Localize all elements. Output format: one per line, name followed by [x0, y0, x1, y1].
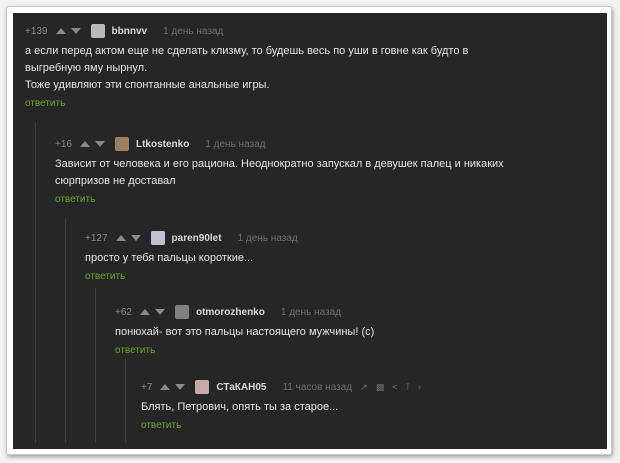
reply-link[interactable]: ответить [141, 420, 596, 431]
comment-author[interactable]: paren90let [172, 233, 222, 244]
comment: +127 paren90let 1 день назад просто у те… [85, 230, 595, 282]
comment: +62 otmorozhenko 1 день назад понюхай- в… [115, 304, 595, 356]
comment-text-line: просто у тебя пальцы короткие... [85, 252, 254, 264]
comment-body: а если перед актом еще не сделать клизму… [25, 43, 595, 94]
upvote-icon[interactable] [79, 141, 90, 147]
comment-time: 1 день назад [163, 25, 224, 37]
comment-text-line: Блять, Петрович, опять ты за старое... [141, 401, 339, 413]
reply-link[interactable]: ответить [115, 345, 595, 356]
upvote-icon[interactable] [160, 384, 171, 390]
save-icon[interactable]: ▩ [376, 382, 385, 393]
downvote-icon[interactable] [130, 235, 141, 241]
thread-line [35, 123, 36, 443]
comment-rating: +7 [141, 381, 153, 393]
thread-line [95, 288, 96, 443]
comment: +7 СТаКАН05 11 часов назад ↗ ▩ < ⊺ › Бля… [141, 379, 596, 431]
comment-author[interactable]: bbnnvv [112, 26, 148, 37]
avatar[interactable] [114, 137, 129, 151]
comment-time: 1 день назад [205, 138, 266, 150]
avatar[interactable] [150, 231, 165, 245]
comment-text-line: а если перед актом еще не сделать клизму… [25, 45, 469, 57]
comment-rating: +62 [115, 306, 132, 318]
thread-line [125, 358, 126, 443]
downvote-icon[interactable] [94, 141, 105, 147]
comment-time: 1 день назад [237, 232, 298, 244]
avatar[interactable] [195, 380, 210, 394]
comment-meta: +127 paren90let 1 день назад [85, 230, 595, 246]
comments-panel: +139 bbnnvv 1 день назад а если перед ак… [13, 13, 607, 449]
bookmark-icon[interactable]: ⊺ [405, 382, 410, 393]
comment-text-line: понюхай- вот это пальцы настоящего мужчи… [115, 326, 375, 338]
thread-line [65, 218, 66, 443]
reply-link[interactable]: ответить [55, 194, 600, 205]
comment-author[interactable]: Ltkostenko [136, 139, 189, 150]
comment-body: понюхай- вот это пальцы настоящего мужчи… [115, 324, 595, 341]
link-icon[interactable]: ↗ [360, 382, 368, 393]
comment-body: Блять, Петрович, опять ты за старое... [141, 399, 596, 416]
downvote-icon[interactable] [175, 384, 186, 390]
more-icon[interactable]: › [418, 382, 421, 392]
comment-time: 1 день назад [280, 306, 342, 318]
downvote-icon[interactable] [154, 309, 165, 315]
comment-rating: +127 [85, 232, 108, 244]
comment-author[interactable]: СТаКАН05 [216, 382, 266, 393]
comment-meta: +62 otmorozhenko 1 день назад [115, 304, 595, 320]
comment-meta: +139 bbnnvv 1 день назад [25, 23, 595, 39]
comment: +139 bbnnvv 1 день назад а если перед ак… [25, 23, 595, 109]
upvote-icon[interactable] [139, 309, 150, 315]
upvote-icon[interactable] [115, 235, 126, 241]
comment-text-line: Зависит от человека и его рациона. Неодн… [55, 158, 504, 170]
comment-meta: +16 Ltkostenko 1 день назад [55, 136, 600, 152]
reply-link[interactable]: ответить [85, 271, 595, 282]
comment-time: 11 часов назад [282, 381, 353, 393]
comment-rating: +16 [55, 138, 72, 150]
comment-rating: +139 [25, 25, 48, 37]
comment-meta: +7 СТаКАН05 11 часов назад ↗ ▩ < ⊺ › [141, 379, 596, 395]
comment: +16 Ltkostenko 1 день назад Зависит от ч… [55, 136, 600, 205]
comment-text-line: Тоже удивляют эти спонтанные анальные иг… [25, 79, 270, 91]
downvote-icon[interactable] [70, 28, 81, 34]
comment-tools: ↗ ▩ < ⊺ › [360, 382, 421, 393]
comment-text-line: выгребную яму нырнул. [25, 62, 148, 74]
comment-body: просто у тебя пальцы короткие... [85, 250, 595, 267]
comment-author[interactable]: otmorozhenko [196, 307, 265, 318]
share-icon[interactable]: < [392, 382, 397, 392]
comment-text-line: сюрпризов не доставал [55, 175, 176, 187]
upvote-icon[interactable] [55, 28, 66, 34]
comment-body: Зависит от человека и его рациона. Неодн… [55, 156, 600, 190]
avatar[interactable] [90, 24, 105, 38]
reply-link[interactable]: ответить [25, 98, 595, 109]
avatar[interactable] [174, 305, 189, 319]
